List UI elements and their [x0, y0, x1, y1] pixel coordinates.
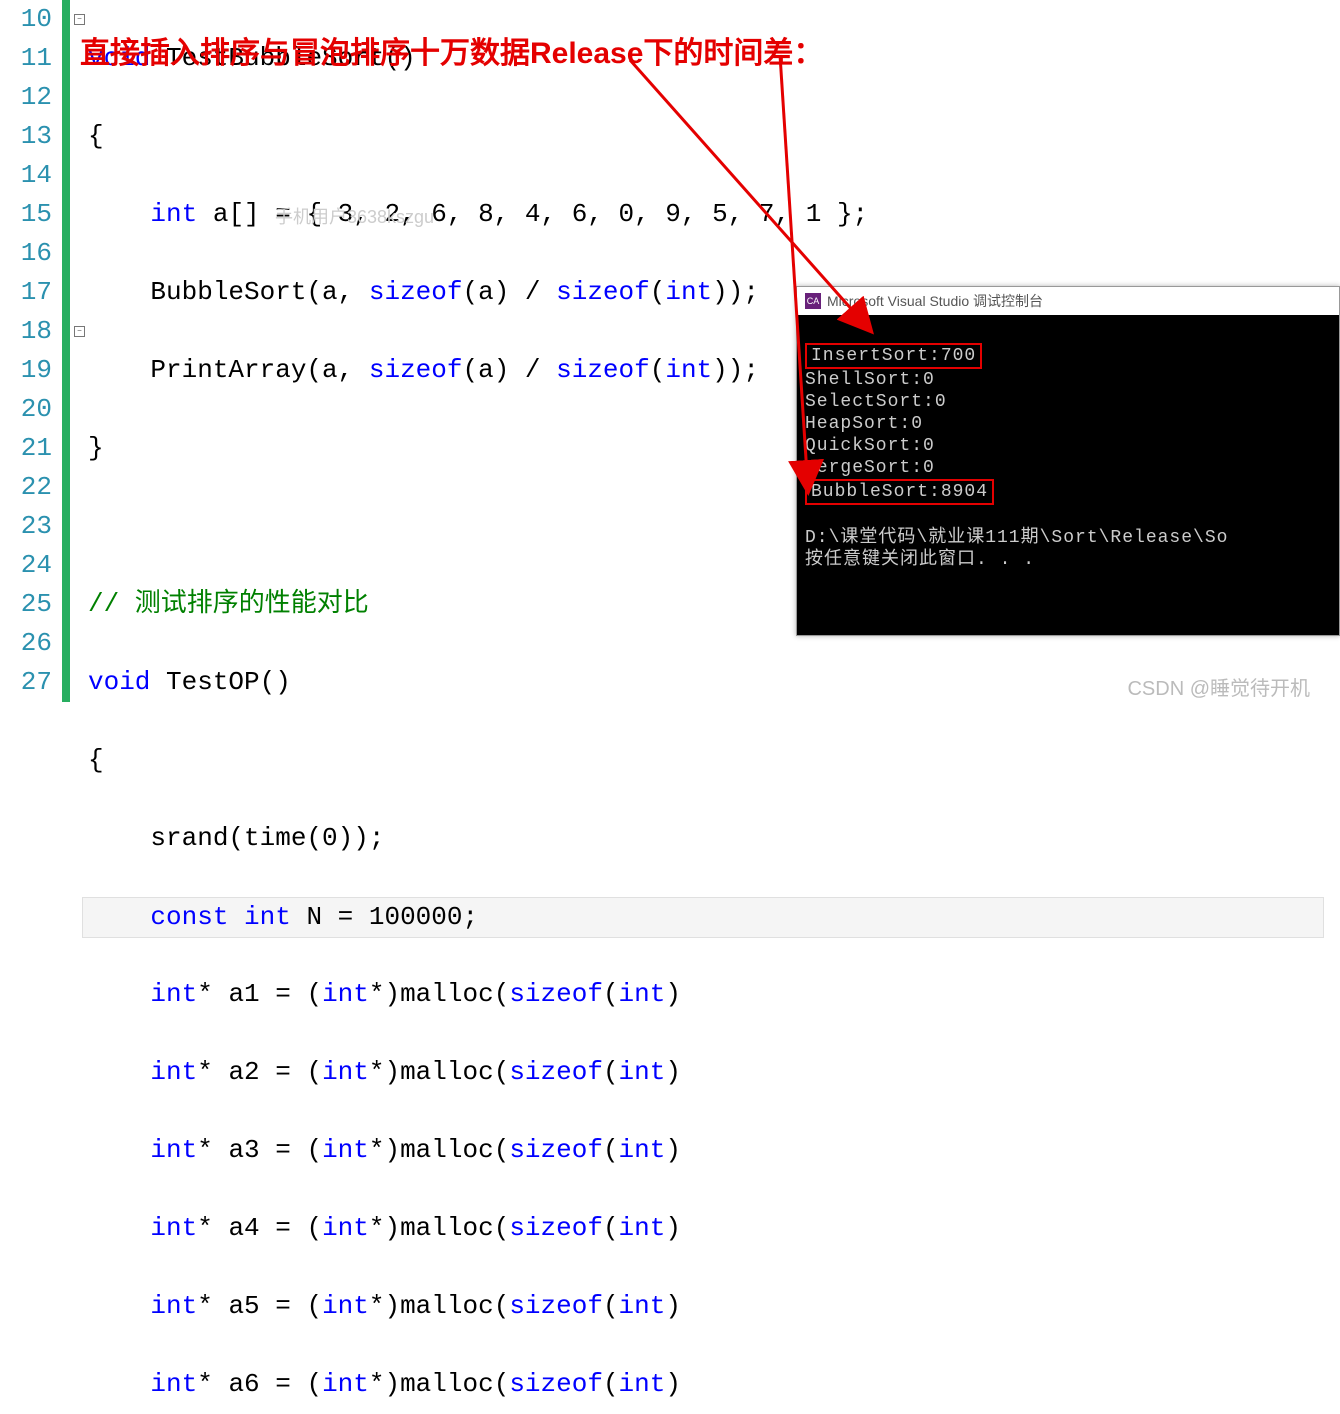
code-text: }	[88, 433, 104, 463]
keyword: const int	[150, 902, 290, 932]
line-number: 12	[0, 78, 52, 117]
line-number: 16	[0, 234, 52, 273]
line-number: 24	[0, 546, 52, 585]
keyword: sizeof	[369, 277, 463, 307]
fold-marker-column: − −	[62, 0, 88, 707]
keyword: sizeof	[509, 1057, 603, 1087]
line-number: 27	[0, 663, 52, 702]
keyword: void	[88, 667, 150, 697]
code-text: {	[88, 745, 104, 775]
line-number: 21	[0, 429, 52, 468]
keyword: sizeof	[509, 979, 603, 1009]
line-number-gutter: 10 11 12 13 14 15 16 17 18 19 20 21 22 2…	[0, 0, 62, 707]
keyword: sizeof	[509, 1291, 603, 1321]
console-title-bar[interactable]: CA Microsoft Visual Studio 调试控制台	[797, 287, 1339, 315]
line-number: 23	[0, 507, 52, 546]
code-text: PrintArray(a,	[88, 355, 369, 385]
keyword: int	[322, 1369, 369, 1399]
vs-icon: CA	[805, 293, 821, 309]
keyword: int	[150, 199, 197, 229]
line-number: 20	[0, 390, 52, 429]
type: int	[619, 1213, 666, 1243]
change-indicator	[62, 0, 70, 702]
console-title-text: Microsoft Visual Studio 调试控制台	[827, 291, 1043, 311]
keyword: sizeof	[556, 277, 650, 307]
line-number: 18	[0, 312, 52, 351]
keyword: sizeof	[369, 355, 463, 385]
line-number: 17	[0, 273, 52, 312]
keyword: sizeof	[509, 1213, 603, 1243]
line-number: 19	[0, 351, 52, 390]
line-number: 22	[0, 468, 52, 507]
type: int	[619, 979, 666, 1009]
keyword: int	[150, 1213, 197, 1243]
keyword: int	[150, 1057, 197, 1087]
comment: // 测试排序的性能对比	[88, 589, 369, 619]
merge-sort-result: MergeSort:0	[805, 458, 935, 478]
code-text: BubbleSort(a,	[88, 277, 369, 307]
quick-sort-result: QuickSort:0	[805, 436, 935, 456]
code-text: {	[88, 121, 104, 151]
code-text: TestOP()	[150, 667, 290, 697]
keyword: int	[322, 1291, 369, 1321]
keyword: int	[150, 1291, 197, 1321]
bubble-sort-result: BubbleSort:8904	[805, 479, 994, 505]
line-number: 10	[0, 0, 52, 39]
annotation-text: 直接插入排序与冒泡排序十万数据Release下的时间差：	[80, 28, 823, 72]
type: int	[665, 355, 712, 385]
keyword: sizeof	[509, 1369, 603, 1399]
code-text: N = 100000;	[291, 902, 478, 932]
line-number: 15	[0, 195, 52, 234]
debug-console-window[interactable]: CA Microsoft Visual Studio 调试控制台 InsertS…	[796, 286, 1340, 636]
type: int	[619, 1369, 666, 1399]
line-number: 13	[0, 117, 52, 156]
fold-icon[interactable]: −	[74, 14, 85, 25]
keyword: int	[322, 1057, 369, 1087]
console-path: D:\课堂代码\就业课111期\Sort\Release\So	[805, 528, 1228, 548]
keyword: int	[150, 979, 197, 1009]
keyword: int	[322, 1213, 369, 1243]
insert-sort-result: InsertSort:700	[805, 343, 982, 369]
keyword: int	[150, 1369, 197, 1399]
keyword: int	[322, 979, 369, 1009]
type: int	[665, 277, 712, 307]
select-sort-result: SelectSort:0	[805, 392, 947, 412]
line-number: 25	[0, 585, 52, 624]
heap-sort-result: HeapSort:0	[805, 414, 923, 434]
console-output: InsertSort:700 ShellSort:0 SelectSort:0 …	[797, 315, 1339, 599]
csdn-watermark: CSDN @睡觉待开机	[1127, 672, 1310, 701]
type: int	[619, 1135, 666, 1165]
type: int	[619, 1057, 666, 1087]
line-number: 26	[0, 624, 52, 663]
line-number: 14	[0, 156, 52, 195]
keyword: int	[322, 1135, 369, 1165]
keyword: int	[150, 1135, 197, 1165]
type: int	[619, 1291, 666, 1321]
keyword: sizeof	[509, 1135, 603, 1165]
code-text: srand(time(0));	[88, 823, 384, 853]
keyword: sizeof	[556, 355, 650, 385]
line-number: 11	[0, 39, 52, 78]
fold-icon[interactable]: −	[74, 326, 85, 337]
shell-sort-result: ShellSort:0	[805, 370, 935, 390]
console-prompt: 按任意键关闭此窗口. . .	[805, 550, 1035, 570]
watermark-text: 手机用户3638kszgu	[275, 203, 434, 229]
